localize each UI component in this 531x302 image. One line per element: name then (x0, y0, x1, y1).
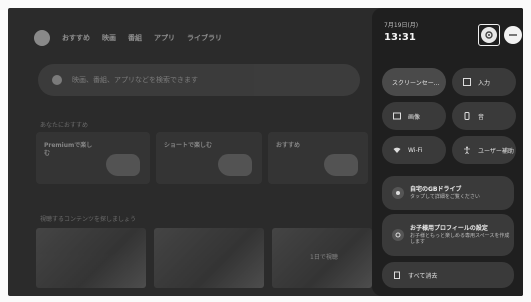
search-placeholder: 映画、番組、アプリなどを検索できます (72, 76, 198, 84)
recommend-card[interactable]: ショートで楽しむ (156, 132, 262, 184)
profile-button[interactable] (504, 26, 522, 44)
thumbnail-label: 1日で視聴 (310, 254, 338, 261)
search-bar[interactable]: 映画、番組、アプリなどを検索できます (38, 64, 360, 96)
wifi-icon (392, 146, 402, 154)
notification-title: 自宅のGBドライブ (410, 186, 462, 193)
section-title-discover: 視聴するコンテンツを探しましょう (40, 216, 137, 223)
notification-drive[interactable]: 自宅のGBドライブ タップして詳細をご覧ください (382, 176, 514, 210)
tile-accessibility[interactable]: ユーザー補助 (452, 136, 516, 164)
notification-kids-profile[interactable]: お子様用プロフィールの設定 お子様ともっと楽しめる専用スペースを作成します (382, 214, 514, 256)
content-thumbnail[interactable] (36, 228, 146, 288)
nav-tab-library[interactable]: ライブラリ (187, 33, 222, 43)
notification-title: お子様用プロフィールの設定 (410, 225, 488, 232)
clear-all-label: すべて消去 (408, 272, 438, 280)
picture-icon (392, 112, 402, 120)
tile-label: 画像 (408, 113, 421, 121)
date-label: 7月19日(月) (384, 22, 419, 29)
tile-picture[interactable]: 画像 (382, 102, 446, 130)
nav-tab-shows[interactable]: 番組 (128, 33, 142, 43)
drive-icon (392, 187, 404, 199)
section-title-recommended: あなたにおすすめ (40, 122, 89, 129)
card-title: Premiumで楽しむ (44, 142, 93, 157)
clear-all-button[interactable]: すべて消去 (382, 262, 514, 288)
tile-input[interactable]: 入力 (452, 68, 516, 96)
nav-tab-for-you[interactable]: おすすめ (62, 33, 90, 43)
tile-screensaver[interactable]: スクリーンセー... (382, 68, 446, 96)
avatar[interactable] (34, 30, 50, 46)
nav-tab-movies[interactable]: 映画 (102, 33, 116, 43)
clock-time: 13:31 (384, 32, 416, 43)
tile-sound[interactable]: 音 (452, 102, 516, 130)
tile-label: 音 (478, 113, 485, 121)
tile-wifi[interactable]: Wi-Fi (382, 136, 446, 164)
tv-screen: おすすめ 映画 番組 アプリ ライブラリ 映画、番組、アプリなどを検索できます … (8, 8, 523, 296)
nav-tab-apps[interactable]: アプリ (154, 33, 175, 43)
recommend-card[interactable]: Premiumで楽しむ (36, 132, 150, 184)
clear-all-icon (392, 271, 402, 279)
tile-label: Wi-Fi (408, 146, 423, 154)
gear-icon[interactable] (481, 27, 497, 43)
card-title: おすすめ (276, 142, 301, 149)
input-icon (462, 78, 472, 86)
settings-button-focus[interactable] (478, 24, 500, 46)
card-illustration (218, 154, 252, 176)
sound-icon (462, 112, 472, 120)
tile-label: スクリーンセー... (392, 79, 440, 87)
profile-settings-icon (392, 229, 404, 241)
card-title: ショートで楽しむ (164, 142, 213, 149)
notification-subtitle: お子様ともっと楽しめる専用スペースを作成します (410, 233, 510, 245)
notification-subtitle: タップして詳細をご覧ください (410, 194, 480, 200)
card-illustration (106, 154, 140, 176)
tile-label: ユーザー補助 (478, 147, 514, 155)
quick-settings-panel: 7月19日(月) 13:31 スクリーンセー... 入力 画像 音 Wi-Fi … (372, 8, 523, 296)
card-illustration (324, 154, 358, 176)
top-navigation: おすすめ 映画 番組 アプリ ライブラリ (34, 28, 222, 48)
recommend-card[interactable]: おすすめ (268, 132, 368, 184)
tile-label: 入力 (478, 79, 491, 87)
content-thumbnail[interactable] (154, 228, 264, 288)
mic-icon (52, 75, 62, 85)
accessibility-icon (462, 146, 472, 154)
